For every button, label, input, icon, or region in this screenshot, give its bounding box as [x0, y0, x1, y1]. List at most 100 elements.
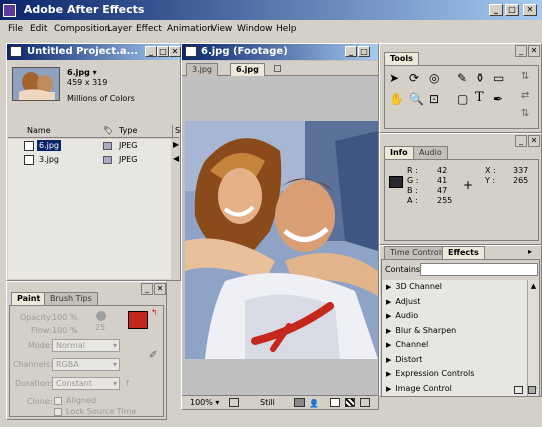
menu-animation[interactable]: Animation	[167, 20, 213, 38]
project-row-type: JPEG	[119, 141, 138, 150]
tab-brush-tips[interactable]: Brush Tips	[44, 292, 98, 305]
transparency-grid-icon[interactable]	[345, 398, 355, 407]
effects-menu-arrow[interactable]: ▸	[528, 247, 532, 256]
expand-arrow-icon[interactable]: ▶	[386, 338, 391, 352]
menu-view[interactable]: View	[211, 20, 232, 38]
safe-zones-icon[interactable]	[229, 398, 239, 407]
view-axis-icon[interactable]: ⇅	[521, 108, 529, 119]
snapshot-icon[interactable]	[294, 398, 305, 407]
pan-behind-tool-icon[interactable]: ⊡	[429, 92, 439, 106]
app-minimize-button[interactable]: _	[489, 4, 503, 16]
paint-minimize-button[interactable]: _	[141, 283, 153, 295]
mode-label: Mode:	[28, 341, 53, 350]
contains-input[interactable]	[420, 263, 538, 276]
duration-select[interactable]: Constant	[52, 377, 120, 390]
effect-category[interactable]: ▶ Blur & Sharpen	[382, 324, 527, 339]
info-minimize-button[interactable]: _	[515, 135, 527, 147]
menu-file[interactable]: File	[8, 20, 23, 38]
project-row[interactable]: 3.jpg JPEG	[8, 153, 171, 167]
tab-close-icon[interactable]	[274, 65, 281, 72]
footage-maximize-button[interactable]: □	[358, 46, 370, 57]
tab-footage-3[interactable]: 3.jpg	[186, 63, 219, 76]
hand-tool-icon[interactable]: ✋	[389, 92, 404, 106]
project-row-type: JPEG	[119, 155, 138, 164]
tab-effects[interactable]: Effects	[442, 246, 485, 259]
clone-stamp-tool-icon[interactable]: ⚱	[475, 71, 485, 85]
effect-category[interactable]: ▶ 3D Channel	[382, 280, 527, 295]
menu-composition[interactable]: Composition	[54, 20, 110, 38]
effect-category[interactable]: ▶ Channel	[382, 338, 527, 353]
trash-icon[interactable]	[528, 386, 536, 394]
menu-edit[interactable]: Edit	[30, 20, 47, 38]
tools-close-button[interactable]: ✕	[528, 45, 540, 57]
tab-info[interactable]: Info	[384, 146, 414, 159]
aligned-checkbox[interactable]	[54, 397, 62, 405]
paint-close-button[interactable]: ✕	[154, 283, 166, 295]
project-maximize-button[interactable]: □	[157, 46, 169, 57]
menu-help[interactable]: Help	[276, 20, 297, 38]
eyedropper-icon[interactable]: ✐	[149, 350, 157, 361]
app-close-button[interactable]: ✕	[523, 4, 537, 16]
flow-value[interactable]: 100 %	[52, 326, 77, 335]
project-minimize-button[interactable]: _	[145, 46, 157, 57]
expand-arrow-icon[interactable]: ▶	[386, 353, 391, 367]
world-axis-icon[interactable]: ⇄	[521, 90, 529, 101]
lock-source-time-label: Lock Source Time	[66, 407, 137, 416]
opacity-value[interactable]: 100 %	[52, 313, 77, 322]
expand-arrow-icon[interactable]: ▶	[386, 324, 391, 338]
effects-scrollbar[interactable]: ▲ ▼	[527, 280, 539, 396]
thumb-name[interactable]: 6.jpg ▾	[67, 68, 97, 77]
tab-paint[interactable]: Paint	[11, 292, 47, 305]
project-row[interactable]: 6.jpg JPEG	[8, 139, 171, 153]
zoom-select[interactable]: 100% ▾	[190, 396, 219, 409]
mode-select[interactable]: Normal	[52, 339, 120, 352]
expand-arrow-icon[interactable]: ▶	[386, 367, 391, 381]
effect-category[interactable]: ▶ Distort	[382, 353, 527, 368]
menu-layer[interactable]: Layer	[107, 20, 132, 38]
swap-colors-icon[interactable]: ↰	[151, 308, 158, 317]
info-close-button[interactable]: ✕	[528, 135, 540, 147]
channels-select[interactable]: RGBA	[52, 358, 120, 371]
expand-arrow-icon[interactable]: ▶	[386, 295, 391, 309]
app-maximize-button[interactable]: □	[505, 4, 519, 16]
effect-category[interactable]: ▶ Expression Controls	[382, 367, 527, 382]
rectangle-mask-tool-icon[interactable]: ▢	[457, 92, 468, 106]
brush-tool-icon[interactable]: ✎	[457, 71, 467, 85]
tab-audio[interactable]: Audio	[413, 146, 448, 159]
col-name-header[interactable]: Name	[27, 125, 51, 137]
expand-arrow-icon[interactable]: ▶	[386, 309, 391, 323]
foreground-color-swatch[interactable]	[128, 311, 148, 329]
effects-list: ▶ 3D Channel ▶ Adjust ▶ Audio ▶ Blur & Sharp…	[382, 280, 527, 396]
expand-arrow-icon[interactable]: ▶	[386, 382, 391, 396]
lock-source-time-checkbox[interactable]	[54, 408, 62, 416]
eraser-tool-icon[interactable]: ▭	[493, 71, 504, 85]
tab-tools[interactable]: Tools	[384, 52, 419, 65]
tools-minimize-button[interactable]: _	[515, 45, 527, 57]
effect-category[interactable]: ▶ Adjust	[382, 295, 527, 310]
show-snapshot-icon[interactable]: 👤	[309, 397, 319, 410]
orbit-camera-tool-icon[interactable]: ◎	[429, 71, 439, 85]
project-scroll-left-arrow[interactable]: ◀	[173, 154, 179, 163]
effect-category[interactable]: ▶ Image Control	[382, 382, 527, 397]
menu-window[interactable]: Window	[237, 20, 273, 38]
project-scroll-right-arrow[interactable]: ▶	[173, 140, 179, 149]
brush-preview-icon[interactable]	[96, 311, 106, 321]
selection-tool-icon[interactable]: ➤	[389, 71, 399, 85]
pen-tool-icon[interactable]: ✒	[493, 92, 503, 106]
text-tool-icon[interactable]: T	[475, 90, 484, 105]
region-icon[interactable]	[360, 398, 370, 407]
new-folder-icon[interactable]	[514, 386, 523, 394]
project-close-button[interactable]: ✕	[169, 46, 181, 57]
label-col-icon[interactable]: 🏷	[103, 125, 113, 137]
scroll-up-arrow-icon[interactable]: ▲	[528, 280, 539, 292]
axis-mode-icon[interactable]: ⇅	[521, 71, 529, 82]
effect-category[interactable]: ▶ Audio	[382, 309, 527, 324]
rotation-tool-icon[interactable]: ⟳	[409, 71, 419, 85]
zoom-tool-icon[interactable]: 🔍	[409, 92, 424, 106]
menu-effect[interactable]: Effect	[136, 20, 162, 38]
channel-icon[interactable]	[330, 398, 340, 407]
expand-arrow-icon[interactable]: ▶	[386, 280, 391, 294]
col-type-header[interactable]: Type	[119, 125, 137, 137]
tab-footage-6[interactable]: 6.jpg	[230, 63, 265, 76]
footage-minimize-button[interactable]: _	[345, 46, 357, 57]
